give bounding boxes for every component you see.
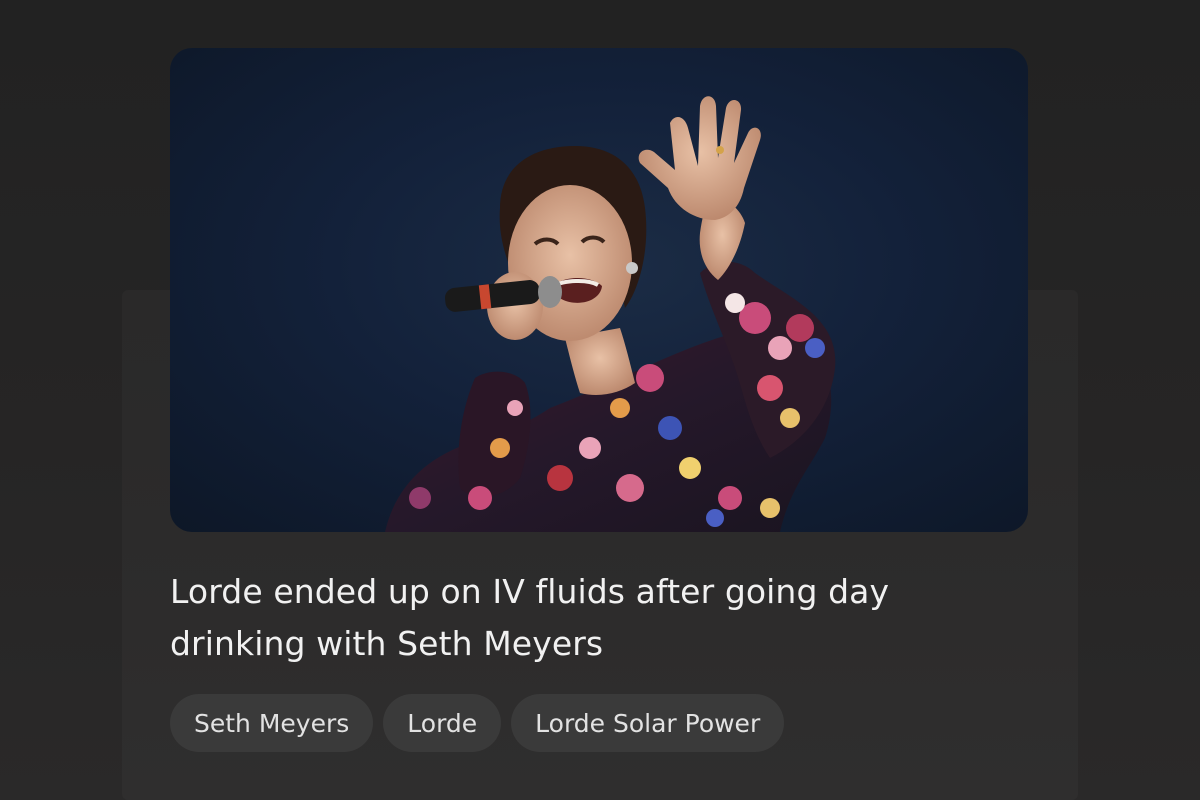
screen: Lorde ended up on IV fluids after going … — [0, 0, 1200, 800]
chip-lorde[interactable]: Lorde — [383, 694, 502, 752]
singer-illustration — [385, 96, 836, 532]
chip-lorde-solar-power[interactable]: Lorde Solar Power — [511, 694, 785, 752]
related-topics-chips: Seth Meyers Lorde Lorde Solar Power — [170, 694, 785, 752]
article-image[interactable] — [170, 48, 1028, 532]
article-headline[interactable]: Lorde ended up on IV fluids after going … — [170, 566, 910, 670]
chip-seth-meyers[interactable]: Seth Meyers — [170, 694, 374, 752]
